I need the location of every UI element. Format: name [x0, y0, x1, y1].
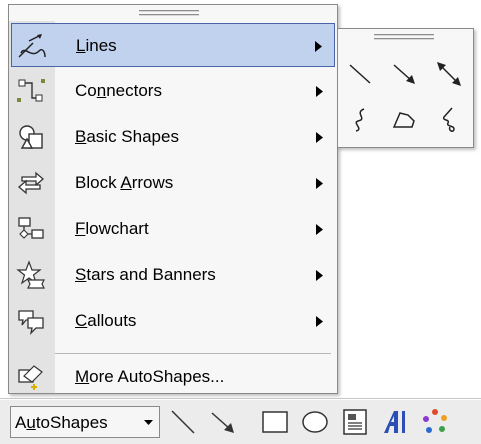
freeform-icon[interactable] [388, 103, 422, 137]
dropdown-arrow-icon [144, 420, 153, 425]
autoshapes-button[interactable]: AutoShapes [10, 406, 160, 438]
autoshapes-label: AutoShapes [15, 413, 108, 432]
arrow-icon[interactable] [388, 57, 422, 91]
submenu-arrow-icon [316, 270, 323, 281]
submenu-arrow-icon [315, 41, 322, 52]
menu-item-block-arrows[interactable]: Block Arrows [11, 161, 335, 205]
basic-shapes-icon [19, 125, 43, 149]
block-arrows-icon [18, 171, 44, 195]
submenu-arrow-icon [316, 224, 323, 235]
submenu-arrow-icon [316, 316, 323, 327]
stars-banners-icon [16, 260, 45, 289]
menu-item-callouts[interactable]: Callouts [11, 299, 335, 343]
menu-item-label: More AutoShapes... [75, 367, 225, 386]
lines-submenu [337, 28, 474, 148]
double-arrow-icon[interactable] [432, 57, 466, 91]
flowchart-icon [18, 217, 44, 239]
line-icon[interactable] [168, 407, 198, 437]
callouts-icon [18, 310, 44, 335]
menu-item-flowchart[interactable]: Flowchart [11, 207, 335, 251]
oval-icon[interactable] [300, 407, 330, 437]
menu-item-connectors[interactable]: Connectors [11, 69, 335, 113]
menu-item-label: Callouts [75, 311, 137, 330]
menu-item-lines[interactable]: Lines [11, 23, 335, 67]
menu-item-label: Lines [76, 36, 117, 55]
menu-item-label: Stars and Banners [75, 265, 216, 284]
submenu-gripper[interactable] [374, 34, 434, 42]
autoshapes-menu: Lines Connectors Basic Shapes Block Arro… [8, 4, 338, 394]
text-box-icon[interactable] [340, 407, 370, 437]
connectors-icon [17, 79, 45, 102]
lines-icon [18, 34, 46, 58]
menu-item-label: Flowchart [75, 219, 149, 238]
menu-item-label: Basic Shapes [75, 127, 179, 146]
curve-icon[interactable] [344, 103, 378, 137]
rectangle-icon[interactable] [260, 407, 290, 437]
diagram-icon[interactable] [420, 407, 450, 437]
submenu-arrow-icon [316, 178, 323, 189]
submenu-arrow-icon [316, 132, 323, 143]
menu-item-more-autoshapes[interactable]: More AutoShapes... [11, 355, 335, 399]
more-autoshapes-icon [18, 365, 43, 390]
menu-gripper[interactable] [139, 10, 199, 18]
scribble-icon[interactable] [432, 103, 466, 137]
submenu-arrow-icon [316, 86, 323, 97]
menu-item-stars-and-banners[interactable]: Stars and Banners [11, 253, 335, 297]
menu-item-basic-shapes[interactable]: Basic Shapes [11, 115, 335, 159]
menu-item-label: Connectors [75, 81, 162, 100]
wordart-icon[interactable] [380, 407, 410, 437]
arrow-icon[interactable] [208, 407, 238, 437]
menu-separator [55, 353, 331, 354]
drawing-toolbar: AutoShapes [0, 398, 481, 444]
menu-item-label: Block Arrows [75, 173, 174, 192]
line-icon[interactable] [344, 57, 378, 91]
